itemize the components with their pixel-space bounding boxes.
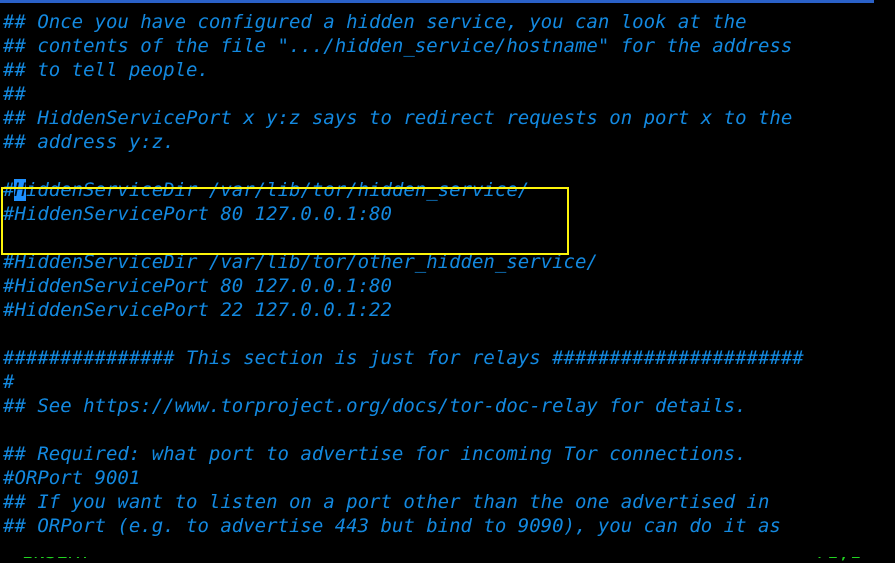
editor-line: #HiddenServicePort 80 127.0.0.1:80 — [3, 275, 392, 297]
editor-line-blank — [0, 418, 895, 442]
cursor-line-suffix: iddenServiceDir /var/lib/tor/hidden_serv… — [25, 179, 530, 201]
editor-line: ## ORPort (e.g. to advertise 443 but bin… — [3, 515, 781, 537]
editor-line: ## contents of the file ".../hidden_serv… — [3, 35, 793, 57]
editor-line: # — [3, 371, 15, 393]
status-bar: INSERT 71,1 — [0, 557, 895, 563]
editor-line: ## Required: what port to advertise for … — [3, 443, 747, 465]
editor-line-blank — [0, 322, 895, 346]
editor-line: ## If you want to listen on a port other… — [3, 491, 770, 513]
status-bar-position: 71,1 — [815, 557, 861, 563]
editor-line: #ORPort 9001 — [3, 467, 141, 489]
editor-line: ## HiddenServicePort x y:z says to redir… — [3, 107, 793, 129]
editor-line: ## — [3, 83, 26, 105]
editor-line: #HiddenServicePort 22 127.0.0.1:22 — [3, 299, 392, 321]
editor-line-blank — [0, 226, 895, 250]
status-bar-mode: INSERT — [0, 557, 895, 563]
editor-line: ## See https://www.torproject.org/docs/t… — [3, 395, 747, 417]
editor-line: #HiddenServiceDir /var/lib/tor/other_hid… — [3, 251, 598, 273]
editor-line-cursor[interactable]: #HiddenServiceDir /var/lib/tor/hidden_se… — [0, 178, 895, 202]
editor-line: ## to tell people. — [3, 59, 209, 81]
text-cursor: H — [14, 179, 26, 201]
cursor-line-prefix: # — [3, 179, 15, 201]
editor-line-blank — [0, 154, 895, 178]
editor-line: ## Once you have configured a hidden ser… — [3, 11, 747, 33]
editor-line: ## address y:z. — [3, 131, 175, 153]
terminal-editor-window: ## Once you have configured a hidden ser… — [0, 0, 895, 563]
editor-line: ############### This section is just for… — [3, 347, 804, 369]
window-top-border — [0, 0, 874, 3]
editor-text-area[interactable]: ## Once you have configured a hidden ser… — [0, 10, 895, 538]
editor-line: #HiddenServicePort 80 127.0.0.1:80 — [3, 203, 392, 225]
